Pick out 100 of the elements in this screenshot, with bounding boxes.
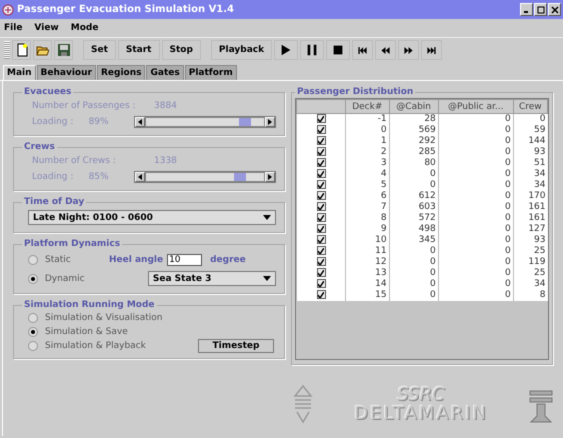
checkbox[interactable] bbox=[316, 202, 326, 212]
scroll-right-icon[interactable] bbox=[265, 117, 276, 127]
timestep-button[interactable]: Timestep bbox=[198, 339, 274, 353]
column-header[interactable]: @Public ar... bbox=[438, 100, 514, 114]
save-icon[interactable] bbox=[54, 40, 73, 60]
table-cell: 603 bbox=[389, 202, 438, 213]
fast-forward-icon[interactable] bbox=[398, 40, 420, 60]
checkbox[interactable] bbox=[316, 213, 326, 222]
checkbox[interactable] bbox=[316, 290, 326, 300]
minimize-button[interactable] bbox=[520, 3, 533, 16]
table-cell: 25 bbox=[513, 246, 548, 257]
count-label: Number of Crews : bbox=[31, 156, 117, 166]
table-cell: 0 bbox=[389, 257, 438, 268]
table-cell: 8 bbox=[513, 290, 548, 301]
rewind-icon[interactable] bbox=[375, 40, 396, 60]
table-cell: 5 bbox=[346, 180, 390, 191]
table-cell: 0 bbox=[389, 246, 438, 257]
checkbox[interactable] bbox=[316, 114, 326, 124]
table-cell: 498 bbox=[389, 224, 438, 235]
table-cell: 28 bbox=[389, 114, 438, 125]
slider-thumb[interactable] bbox=[234, 173, 246, 181]
radio-button[interactable] bbox=[28, 313, 38, 323]
table-cell: 3 bbox=[346, 158, 390, 169]
checkbox[interactable] bbox=[316, 257, 326, 266]
scroll-left-icon[interactable] bbox=[134, 117, 145, 127]
unit-label: degree bbox=[210, 254, 246, 264]
menu-item[interactable]: File bbox=[4, 23, 22, 33]
checkbox[interactable] bbox=[316, 268, 326, 278]
table-cell: 11 bbox=[346, 246, 390, 257]
tab[interactable]: Main bbox=[3, 65, 36, 80]
checkbox[interactable] bbox=[316, 235, 326, 244]
loading-slider[interactable] bbox=[134, 116, 276, 128]
table-cell: 0 bbox=[389, 290, 438, 301]
radio-button[interactable] bbox=[28, 274, 38, 284]
heel-angle-label: Heel angle bbox=[109, 254, 164, 264]
loading-slider[interactable] bbox=[134, 171, 276, 183]
table-cell: 0 bbox=[389, 268, 438, 279]
table-cell: 0 bbox=[438, 257, 514, 268]
checkbox[interactable] bbox=[316, 191, 326, 200]
checkbox[interactable] bbox=[316, 224, 326, 234]
table-cell: 51 bbox=[513, 158, 548, 169]
sea-state-dropdown[interactable]: Sea State 3 bbox=[148, 271, 276, 286]
checkbox[interactable] bbox=[316, 158, 326, 168]
group-title: Simulation Running Mode bbox=[23, 300, 156, 310]
play-icon[interactable] bbox=[274, 40, 298, 60]
checkbox[interactable] bbox=[316, 180, 326, 190]
column-header[interactable]: Deck# bbox=[346, 100, 390, 114]
table-cell: 0 bbox=[438, 180, 514, 191]
stop-icon[interactable] bbox=[326, 40, 350, 60]
radio-label: Simulation & Save bbox=[44, 327, 128, 337]
tab[interactable]: Gates bbox=[146, 65, 184, 80]
toolbar-button[interactable]: Start bbox=[118, 40, 160, 60]
scroll-left-icon[interactable] bbox=[134, 172, 145, 182]
loading-value: 89% bbox=[88, 117, 110, 127]
window-title: Passenger Evacuation Simulation V1.4 bbox=[17, 4, 234, 15]
skip-start-icon[interactable] bbox=[352, 40, 374, 60]
radio-label: Static bbox=[44, 254, 72, 264]
column-header[interactable]: Crew bbox=[513, 100, 548, 114]
toolbar-grip[interactable] bbox=[4, 41, 10, 59]
pause-icon[interactable] bbox=[300, 40, 324, 60]
table-cell: 0 bbox=[389, 180, 438, 191]
radio-button[interactable] bbox=[28, 254, 38, 264]
table-cell: 15 bbox=[346, 290, 390, 301]
scroll-right-icon[interactable] bbox=[265, 172, 276, 182]
column-header[interactable]: @Cabin bbox=[389, 100, 438, 114]
radio-button[interactable] bbox=[28, 327, 38, 337]
table-cell: -1 bbox=[346, 114, 390, 125]
skip-end-icon[interactable] bbox=[421, 40, 442, 60]
checkbox[interactable] bbox=[316, 246, 326, 256]
table-cell: 161 bbox=[513, 202, 548, 213]
slider-thumb[interactable] bbox=[238, 118, 251, 126]
time-of-day-dropdown[interactable]: Late Night: 0100 - 0600 bbox=[28, 210, 276, 225]
menu-item[interactable]: View bbox=[34, 23, 59, 33]
checkbox[interactable] bbox=[316, 136, 326, 146]
table-cell: 0 bbox=[438, 136, 514, 147]
checkbox[interactable] bbox=[316, 147, 326, 156]
toolbar-button[interactable]: Stop bbox=[162, 40, 201, 60]
maximize-button[interactable] bbox=[534, 3, 547, 16]
table-cell: 34 bbox=[513, 279, 548, 290]
table-cell: 0 bbox=[438, 114, 514, 125]
checkbox[interactable] bbox=[316, 279, 326, 288]
ship-logo-icon bbox=[293, 384, 313, 424]
close-button[interactable] bbox=[548, 3, 561, 16]
toolbar-button[interactable]: Set bbox=[83, 40, 116, 60]
table-cell: 144 bbox=[513, 136, 548, 147]
table-cell: 0 bbox=[438, 125, 514, 136]
heel-angle-field[interactable]: 10 bbox=[167, 254, 202, 266]
new-file-icon[interactable] bbox=[12, 40, 31, 60]
checkbox[interactable] bbox=[316, 125, 326, 134]
checkbox[interactable] bbox=[316, 169, 326, 178]
radio-button[interactable] bbox=[28, 341, 38, 351]
toolbar-button[interactable]: Playback bbox=[210, 40, 272, 60]
table-cell: 93 bbox=[513, 147, 548, 158]
open-folder-icon[interactable] bbox=[33, 40, 52, 60]
table-cell: 170 bbox=[513, 191, 548, 202]
tab[interactable]: Behaviour bbox=[36, 65, 96, 80]
tab[interactable]: Regions bbox=[96, 65, 146, 80]
tab[interactable]: Platform bbox=[184, 65, 237, 80]
table-cell: 0 bbox=[389, 169, 438, 180]
menu-item[interactable]: Mode bbox=[70, 23, 98, 33]
